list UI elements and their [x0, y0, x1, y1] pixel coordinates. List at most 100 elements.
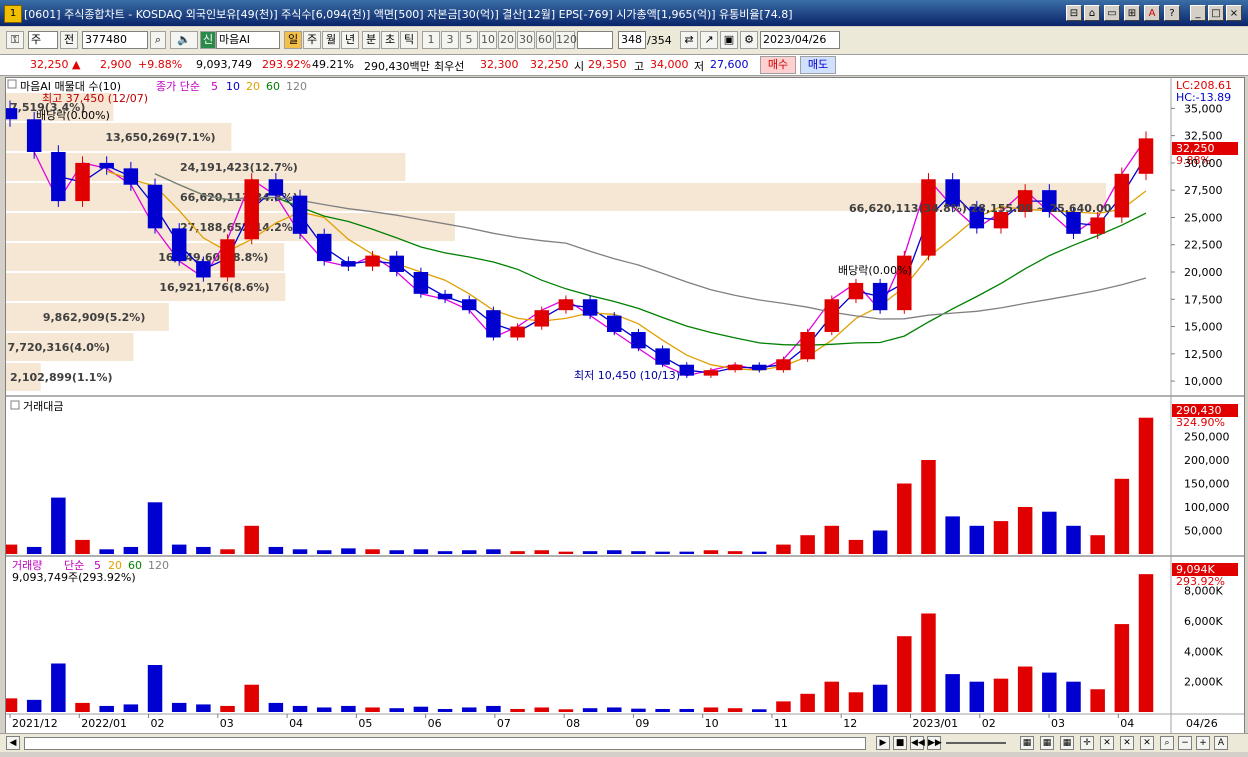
- volume-tick-label: 6,000K: [1184, 615, 1223, 628]
- link-icon[interactable]: ⊟: [1066, 5, 1082, 21]
- panel-menu-icon[interactable]: [7, 79, 17, 89]
- minimize-button[interactable]: _: [1190, 5, 1206, 21]
- amount-bar: [752, 551, 767, 554]
- xaxis-tick-label: 05: [358, 717, 372, 730]
- volume-bar: [945, 674, 960, 712]
- grid-icon[interactable]: ⊞: [1124, 5, 1140, 21]
- speaker-icon[interactable]: 🔈: [170, 31, 198, 49]
- interval-3[interactable]: 3: [441, 31, 459, 49]
- candle-body: [558, 299, 574, 311]
- interval-30[interactable]: 30: [517, 31, 535, 49]
- volume-bar: [292, 705, 308, 712]
- hide-icon-3[interactable]: ✕: [1140, 736, 1154, 750]
- arrows-icon[interactable]: ⇄: [680, 31, 698, 49]
- lock-icon[interactable]: ⚿: [6, 31, 24, 49]
- candle-body: [582, 299, 598, 316]
- font-size-icon[interactable]: A: [1214, 736, 1228, 750]
- volume-bar: [534, 707, 549, 712]
- candle-body: [461, 299, 477, 311]
- candle-body: [1138, 138, 1154, 174]
- stock-name-field[interactable]: 마음AI: [216, 31, 280, 49]
- volume-bar: [2, 698, 18, 712]
- volume-bar: [1090, 689, 1105, 712]
- amount-bar: [437, 551, 453, 554]
- settings-icon[interactable]: ⚙: [740, 31, 758, 49]
- amount-tick-label: 100,000: [1184, 501, 1230, 514]
- stock-code-input[interactable]: 377480: [82, 31, 148, 49]
- font-icon[interactable]: A: [1144, 5, 1160, 21]
- xaxis-tick-label: 08: [566, 717, 580, 730]
- volume-bar: [848, 692, 864, 712]
- window-icon[interactable]: ▭: [1104, 5, 1120, 21]
- candle-body: [848, 282, 864, 300]
- period-tick[interactable]: 틱: [400, 31, 418, 49]
- price-chart-svg[interactable]: 2,102,899(1.1%) 7,720,316(4.0%) 9,862,909(…: [2, 78, 1244, 733]
- price-tick-label: 17,500: [1184, 293, 1223, 306]
- close-button[interactable]: ×: [1226, 5, 1242, 21]
- bottom-scrollbar[interactable]: ◀ ▶ ■ ◀◀ ▶▶ ▦ ▦ ▦ ✛ ✕ ✕ ✕ ⌕ − + A: [0, 733, 1248, 752]
- period-month[interactable]: 월: [322, 31, 340, 49]
- xaxis-tick-label: 02: [151, 717, 165, 730]
- chart-icon[interactable]: ↗: [700, 31, 718, 49]
- amount-bar: [413, 549, 429, 554]
- hide-icon-2[interactable]: ✕: [1120, 736, 1134, 750]
- all-button[interactable]: 전: [60, 31, 78, 49]
- sell-button[interactable]: 매도: [800, 56, 836, 74]
- crosshair-icon[interactable]: ✛: [1080, 736, 1094, 750]
- interval-5[interactable]: 5: [460, 31, 478, 49]
- amount-bar: [1090, 535, 1105, 554]
- maximize-button[interactable]: □: [1208, 5, 1224, 21]
- volume-bar: [316, 707, 332, 712]
- amount-bar: [196, 546, 211, 554]
- candle-body: [51, 152, 66, 202]
- search-icon[interactable]: ⌕: [150, 31, 166, 49]
- zoom-icon[interactable]: ⌕: [1160, 736, 1174, 750]
- interval-10[interactable]: 10: [479, 31, 497, 49]
- candle-body: [244, 179, 259, 240]
- interval-60[interactable]: 60: [536, 31, 554, 49]
- layout-icon[interactable]: ▦: [1020, 736, 1034, 750]
- amount-bar: [26, 546, 42, 554]
- fast-forward-icon[interactable]: ▶▶: [927, 736, 942, 750]
- interval-1[interactable]: 1: [422, 31, 440, 49]
- zoom-out-icon[interactable]: −: [1178, 736, 1192, 750]
- hide-icon[interactable]: ✕: [1100, 736, 1114, 750]
- layout-icon-3[interactable]: ▦: [1060, 736, 1074, 750]
- candle-body: [800, 332, 815, 360]
- price-tick-label: 30,000: [1184, 157, 1223, 170]
- volume-bar: [1042, 672, 1057, 712]
- chart-area[interactable]: 2,102,899(1.1%) 7,720,316(4.0%) 9,862,909(…: [2, 77, 1245, 734]
- period-year[interactable]: 년: [341, 31, 359, 49]
- play-icon[interactable]: ▶: [876, 736, 890, 750]
- period-day[interactable]: 일: [284, 31, 302, 49]
- interval-120[interactable]: 120: [555, 31, 577, 49]
- window-title: [0601] 주식종합차트 - KOSDAQ 외국인보유[49(천)] 주식수[…: [24, 8, 793, 21]
- buy-button[interactable]: 매수: [760, 56, 796, 74]
- volume-bar: [1138, 574, 1154, 712]
- period-minute[interactable]: 분: [362, 31, 380, 49]
- market-select[interactable]: 주: [28, 31, 58, 49]
- candle-body: [486, 310, 501, 338]
- zoom-slider[interactable]: [946, 742, 1006, 744]
- period-week[interactable]: 주: [303, 31, 321, 49]
- volume-profile-label: 7,720,316(4.0%): [7, 341, 110, 354]
- amount-bar: [607, 550, 622, 554]
- help-icon[interactable]: ?: [1164, 5, 1180, 21]
- scroll-left-icon[interactable]: ◀: [6, 736, 20, 750]
- panel-menu-icon[interactable]: [10, 400, 20, 410]
- volume-bar: [872, 684, 888, 712]
- date-input[interactable]: 2023/04/26: [760, 31, 840, 49]
- chart-toolbar: ⚿ 주 전 377480 ⌕ 🔈 신 마음AI 일 주 월 년 분 초 틱 1 …: [0, 27, 1248, 55]
- zoom-in-icon[interactable]: +: [1196, 736, 1210, 750]
- custom-interval-input[interactable]: [577, 31, 613, 49]
- period-second[interactable]: 초: [381, 31, 399, 49]
- save-icon[interactable]: ▣: [720, 31, 738, 49]
- stop-icon[interactable]: ■: [893, 736, 907, 750]
- interval-20[interactable]: 20: [498, 31, 516, 49]
- scroll-track[interactable]: [24, 737, 866, 750]
- amount-bar: [631, 551, 646, 554]
- layout-icon-2[interactable]: ▦: [1040, 736, 1054, 750]
- home-icon[interactable]: ⌂: [1084, 5, 1100, 21]
- count-input[interactable]: 348: [618, 31, 646, 49]
- fast-back-icon[interactable]: ◀◀: [910, 736, 925, 750]
